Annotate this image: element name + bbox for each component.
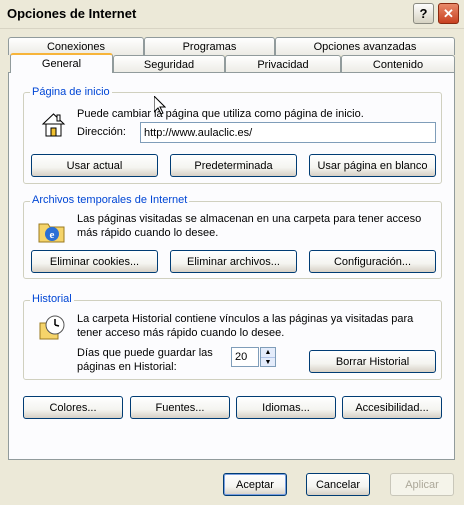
use-default-button[interactable]: Predeterminada <box>170 154 297 177</box>
close-button[interactable]: ✕ <box>438 3 459 24</box>
history-description: La carpeta Historial contiene vínculos a… <box>77 313 414 339</box>
history-days-input[interactable] <box>231 347 259 367</box>
languages-button[interactable]: Idiomas... <box>236 396 336 419</box>
clear-history-button[interactable]: Borrar Historial <box>309 350 436 373</box>
tab-contenido[interactable]: Contenido <box>341 55 455 73</box>
fonts-button[interactable]: Fuentes... <box>130 396 230 419</box>
accessibility-button[interactable]: Accesibilidad... <box>342 396 442 419</box>
temp-settings-button[interactable]: Configuración... <box>309 250 436 273</box>
spin-up-icon[interactable]: ▲ <box>261 348 275 358</box>
tab-general[interactable]: General <box>10 53 113 73</box>
address-label: Dirección: <box>77 126 126 138</box>
ok-button[interactable]: Aceptar <box>223 473 287 496</box>
address-input[interactable] <box>140 122 436 143</box>
home-description: Puede cambiar la página que utiliza como… <box>77 108 364 120</box>
delete-files-button[interactable]: Eliminar archivos... <box>170 250 297 273</box>
cancel-button[interactable]: Cancelar <box>306 473 370 496</box>
spin-down-icon[interactable]: ▼ <box>261 358 275 367</box>
svg-text:e: e <box>50 229 55 241</box>
delete-cookies-button[interactable]: Eliminar cookies... <box>31 250 158 273</box>
temp-files-title: Archivos temporales de Internet <box>30 194 190 206</box>
house-icon <box>39 110 69 140</box>
tab-programas[interactable]: Programas <box>144 37 275 55</box>
colors-button[interactable]: Colores... <box>23 396 123 419</box>
use-blank-button[interactable]: Usar página en blanco <box>309 154 436 177</box>
window-title: Opciones de Internet <box>7 6 137 21</box>
home-page-title: Página de inicio <box>30 86 112 98</box>
history-title: Historial <box>30 293 74 305</box>
close-icon: ✕ <box>443 5 454 21</box>
help-icon: ? <box>419 6 428 21</box>
tab-seguridad[interactable]: Seguridad <box>113 55 225 73</box>
use-current-button[interactable]: Usar actual <box>31 154 158 177</box>
history-clock-icon <box>37 313 67 343</box>
history-days-label: Días que puede guardar las páginas en Hi… <box>77 347 213 373</box>
mouse-cursor-icon <box>153 94 167 118</box>
temp-description: Las páginas visitadas se almacenan en un… <box>77 213 422 239</box>
history-days-spinner[interactable]: ▲ ▼ <box>260 347 276 367</box>
tab-opciones-avanzadas[interactable]: Opciones avanzadas <box>275 37 455 55</box>
apply-button[interactable]: Aplicar <box>390 473 454 496</box>
help-button[interactable]: ? <box>413 3 434 24</box>
tab-panel: Página de inicio Puede cambiar la página… <box>8 72 455 460</box>
ie-folder-icon: e <box>37 216 67 246</box>
tab-privacidad[interactable]: Privacidad <box>225 55 341 73</box>
